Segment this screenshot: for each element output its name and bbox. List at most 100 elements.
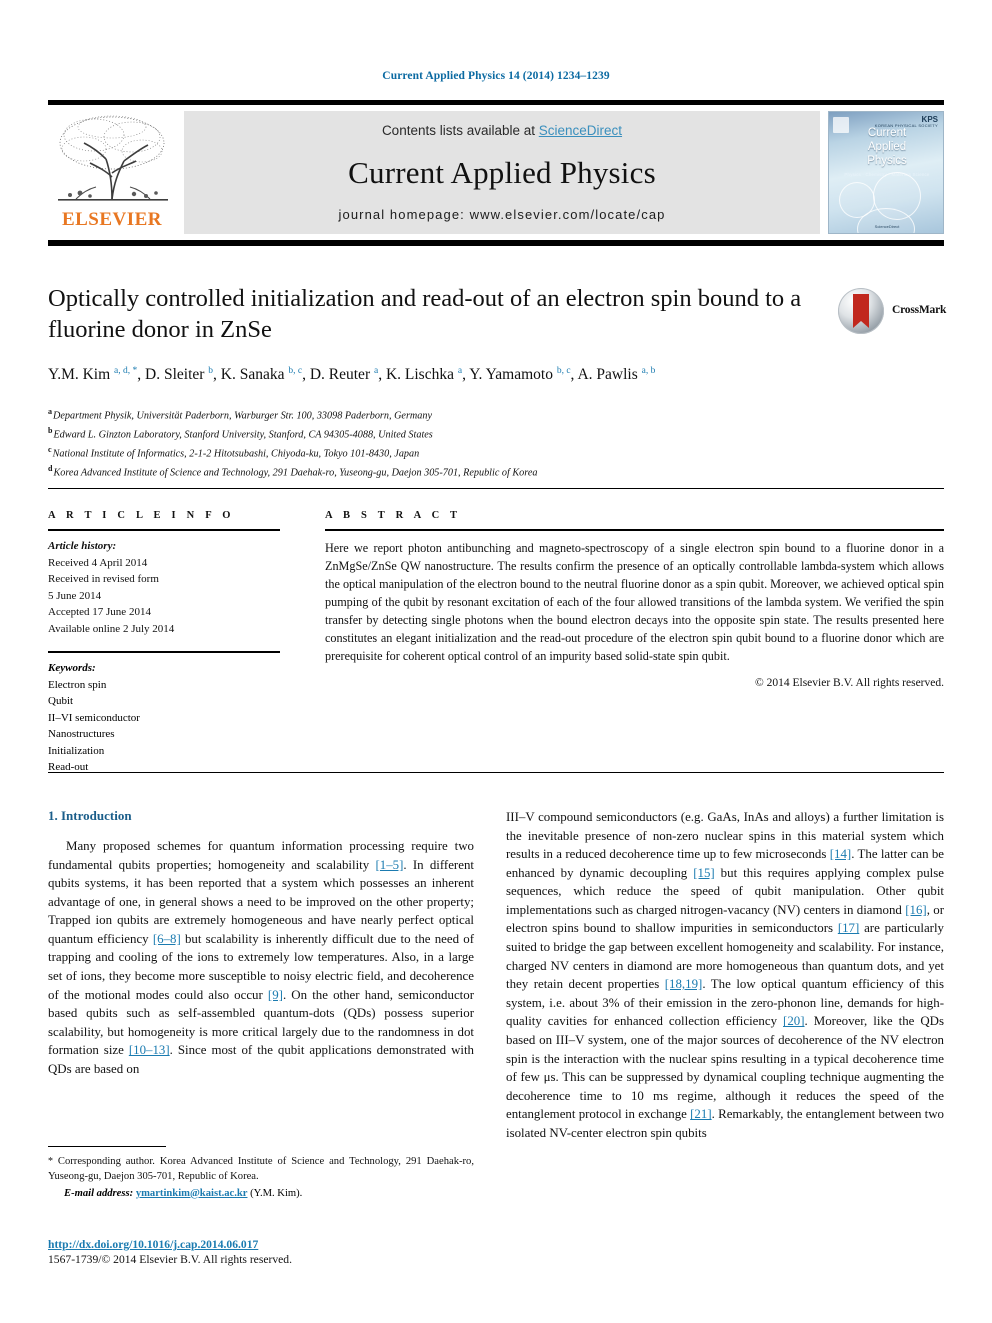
issn-copyright-line: 1567-1739/© 2014 Elsevier B.V. All right… xyxy=(48,1253,292,1266)
author-affiliation-mark: b, c xyxy=(556,365,571,376)
section-heading-introduction: 1. Introduction xyxy=(48,808,474,824)
elsevier-logo: ELSEVIER xyxy=(48,111,176,234)
affiliation-item: aDepartment Physik, Universität Paderbor… xyxy=(48,407,432,422)
email-note: E-mail address: ymartinkim@kaist.ac.kr (… xyxy=(48,1186,474,1201)
citation-link[interactable]: [6–8] xyxy=(153,932,181,946)
affiliation-mark: d xyxy=(48,463,53,473)
keyword-item: Nanostructures xyxy=(48,728,115,740)
elsevier-wordmark: ELSEVIER xyxy=(61,209,163,230)
citation-link[interactable]: [14] xyxy=(830,847,851,861)
author-affiliation-mark: a xyxy=(457,365,463,376)
article-history-label: Article history: xyxy=(48,540,117,552)
doi-link[interactable]: http://dx.doi.org/10.1016/j.cap.2014.06.… xyxy=(48,1238,474,1251)
keyword-item: Qubit xyxy=(48,695,74,707)
article-history-group: Article history: Received 4 April 2014 Re… xyxy=(48,538,280,637)
article-info-heading: A R T I C L E I N F O xyxy=(48,510,235,521)
page-title: Optically controlled initialization and … xyxy=(48,285,802,344)
crossmark-icon xyxy=(838,288,884,334)
journal-homepage[interactable]: journal homepage: www.elsevier.com/locat… xyxy=(184,207,820,222)
author-affiliation-mark: b xyxy=(208,365,214,376)
citation-link[interactable]: [20] xyxy=(783,1014,804,1028)
affiliation-item: cNational Institute of Informatics, 2-1-… xyxy=(48,444,420,460)
keyword-items: Electron spin Qubit II–VI semiconductor Nan… xyxy=(48,677,280,776)
citation-link[interactable]: [15] xyxy=(693,866,714,880)
intro-paragraph-right: III–V compound semiconductors (e.g. GaAs… xyxy=(506,810,945,1140)
keywords-rule xyxy=(48,651,280,653)
crossmark-bookmark-icon xyxy=(853,294,869,328)
cover-title: Current Applied Physics xyxy=(867,127,907,168)
article-info-section: A R T I C L E I N F O Article history: R… xyxy=(48,510,280,776)
body-column-left: 1. Introduction Many proposed schemes fo… xyxy=(48,808,474,1079)
section-title: Introduction xyxy=(61,808,132,823)
cover-footer: ScienceDirect xyxy=(874,224,900,229)
citation-link[interactable]: [21] xyxy=(690,1107,711,1121)
affiliation-mark: c xyxy=(48,444,52,454)
author-list: Y.M. Kim a, d, *, D. Sleiter b, K. Sanak… xyxy=(48,365,656,383)
author-name: Y.M. Kim xyxy=(48,365,115,383)
abstract-heading: A B S T R A C T xyxy=(325,510,462,521)
email-owner: (Y.M. Kim). xyxy=(247,1187,303,1199)
keyword-item: Electron spin xyxy=(48,678,107,691)
citation-link[interactable]: [9] xyxy=(268,988,283,1002)
author-name: A. Pawlis xyxy=(577,365,642,383)
journal-masthead: ELSEVIER Contents lists available at Sci… xyxy=(48,100,944,234)
keywords-group: Keywords: Electron spin Qubit II–VI semico… xyxy=(48,660,280,776)
citation-link[interactable]: [17] xyxy=(838,921,859,935)
author-affiliation-mark: a, b xyxy=(641,365,656,376)
corresponding-star-icon: * xyxy=(132,365,138,376)
article-history-item: Received 4 April 2014 xyxy=(48,556,148,569)
author-name: K. Sanaka xyxy=(220,365,289,383)
author-name: D. Sleiter xyxy=(145,365,209,383)
article-page: Current Applied Physics 14 (2014) 1234–1… xyxy=(0,0,992,1323)
abstract-block-top-rule xyxy=(48,488,944,489)
author-affiliation-mark: a xyxy=(373,365,379,376)
section-number: 1. xyxy=(48,808,58,823)
article-history-items: Received 4 April 2014 Received in revised… xyxy=(48,555,280,638)
footnote-rule xyxy=(48,1146,166,1147)
body-column-right: III–V compound semiconductors (e.g. GaAs… xyxy=(506,808,944,1142)
article-history-item: Accepted 17 June 2014 xyxy=(48,606,151,618)
email-label: E-mail address: xyxy=(64,1187,134,1199)
affiliation-mark: a xyxy=(48,407,52,416)
keyword-item: Initialization xyxy=(48,744,105,757)
sciencedirect-link[interactable]: ScienceDirect xyxy=(539,123,622,138)
crossmark-label: CrossMark xyxy=(892,304,947,316)
article-history-item: 5 June 2014 xyxy=(48,589,102,602)
citation-link[interactable]: [1–5] xyxy=(375,858,403,872)
citation-link[interactable]: [16] xyxy=(905,903,926,917)
abstract-section: A B S T R A C T Here we report photon an… xyxy=(325,510,944,689)
journal-title: Current Applied Physics xyxy=(348,155,656,190)
author-name: K. Lischka xyxy=(385,365,458,383)
keyword-item: Read-out xyxy=(48,761,89,773)
doi-block: http://dx.doi.org/10.1016/j.cap.2014.06.… xyxy=(48,1238,474,1266)
affiliation-list: aDepartment Physik, Universität Paderbor… xyxy=(48,406,808,482)
elsevier-tree-icon xyxy=(54,113,172,209)
affiliation-mark: b xyxy=(48,425,53,435)
citation-link[interactable]: [18,19] xyxy=(665,977,703,991)
keywords-label: Keywords: xyxy=(48,662,96,674)
article-history-item: Received in revised form xyxy=(48,573,159,585)
journal-cover-thumbnail: KPS KOREAN PHYSICAL SOCIETY Current Appl… xyxy=(828,111,944,234)
corresponding-author-note: * Corresponding author. Korea Advanced I… xyxy=(48,1154,474,1185)
abstract-body: Here we report photon antibunching and m… xyxy=(325,541,944,663)
title-block: Optically controlled initialization and … xyxy=(48,283,818,386)
corresponding-author-text: Corresponding author. Korea Advanced Ins… xyxy=(48,1156,474,1183)
abstract-copyright: © 2014 Elsevier B.V. All rights reserved… xyxy=(755,676,944,689)
abstract-rule xyxy=(325,529,944,531)
keyword-item: II–VI semiconductor xyxy=(48,711,140,724)
footnote-block: * Corresponding author. Korea Advanced I… xyxy=(48,1146,474,1201)
crossmark-badge[interactable]: CrossMark xyxy=(838,288,948,336)
article-info-rule xyxy=(48,529,280,531)
email-link[interactable]: ymartinkim@kaist.ac.kr xyxy=(136,1188,248,1199)
running-head: Current Applied Physics 14 (2014) 1234–1… xyxy=(382,70,610,82)
author-affiliation-mark: b, c xyxy=(288,365,303,376)
author-name: Y. Yamamoto xyxy=(469,365,557,383)
article-history-item: Available online 2 July 2014 xyxy=(48,622,175,635)
intro-paragraph-left: Many proposed schemes for quantum inform… xyxy=(48,839,474,1076)
author-name: D. Reuter xyxy=(309,365,374,383)
sciencedirect-banner: Contents lists available at ScienceDirec… xyxy=(184,111,820,234)
citation-link[interactable]: [10–13] xyxy=(129,1043,170,1057)
affiliation-item: dKorea Advanced Institute of Science and… xyxy=(48,463,538,479)
affiliation-item: bEdward L. Ginzton Laboratory, Stanford … xyxy=(48,425,433,441)
masthead-bottom-rule xyxy=(48,240,944,246)
